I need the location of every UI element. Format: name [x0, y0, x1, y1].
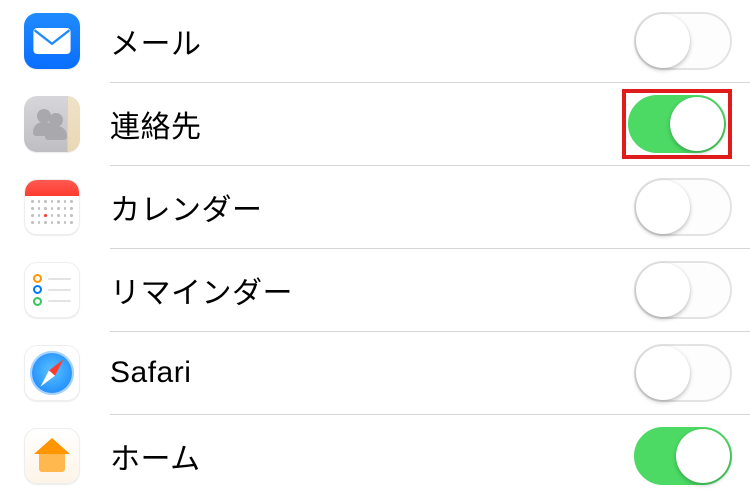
- row-mail: メール: [0, 0, 750, 82]
- toggle-reminders[interactable]: [634, 261, 732, 319]
- label-contacts: 連絡先: [110, 102, 622, 146]
- highlight-contacts-toggle: [622, 89, 732, 159]
- label-mail: メール: [110, 19, 634, 63]
- reminders-icon: [24, 262, 80, 318]
- row-home: ホーム: [0, 415, 750, 497]
- safari-icon: [24, 345, 80, 401]
- toggle-safari[interactable]: [634, 344, 732, 402]
- mail-icon: [24, 13, 80, 69]
- home-icon: [24, 428, 80, 484]
- toggle-mail[interactable]: [634, 12, 732, 70]
- label-safari: Safari: [110, 356, 634, 390]
- toggle-contacts[interactable]: [628, 95, 726, 153]
- contacts-icon: [24, 96, 80, 152]
- row-calendar: カレンダー: [0, 166, 750, 248]
- row-safari: Safari: [0, 332, 750, 414]
- calendar-icon: [24, 179, 80, 235]
- label-home: ホーム: [110, 434, 634, 478]
- toggle-home[interactable]: [634, 427, 732, 485]
- row-contacts: 連絡先: [0, 83, 750, 165]
- label-calendar: カレンダー: [110, 185, 634, 229]
- toggle-calendar[interactable]: [634, 178, 732, 236]
- label-reminders: リマインダー: [110, 268, 634, 312]
- settings-list: メール 連絡先 カレンダー: [0, 0, 750, 497]
- row-reminders: リマインダー: [0, 249, 750, 331]
